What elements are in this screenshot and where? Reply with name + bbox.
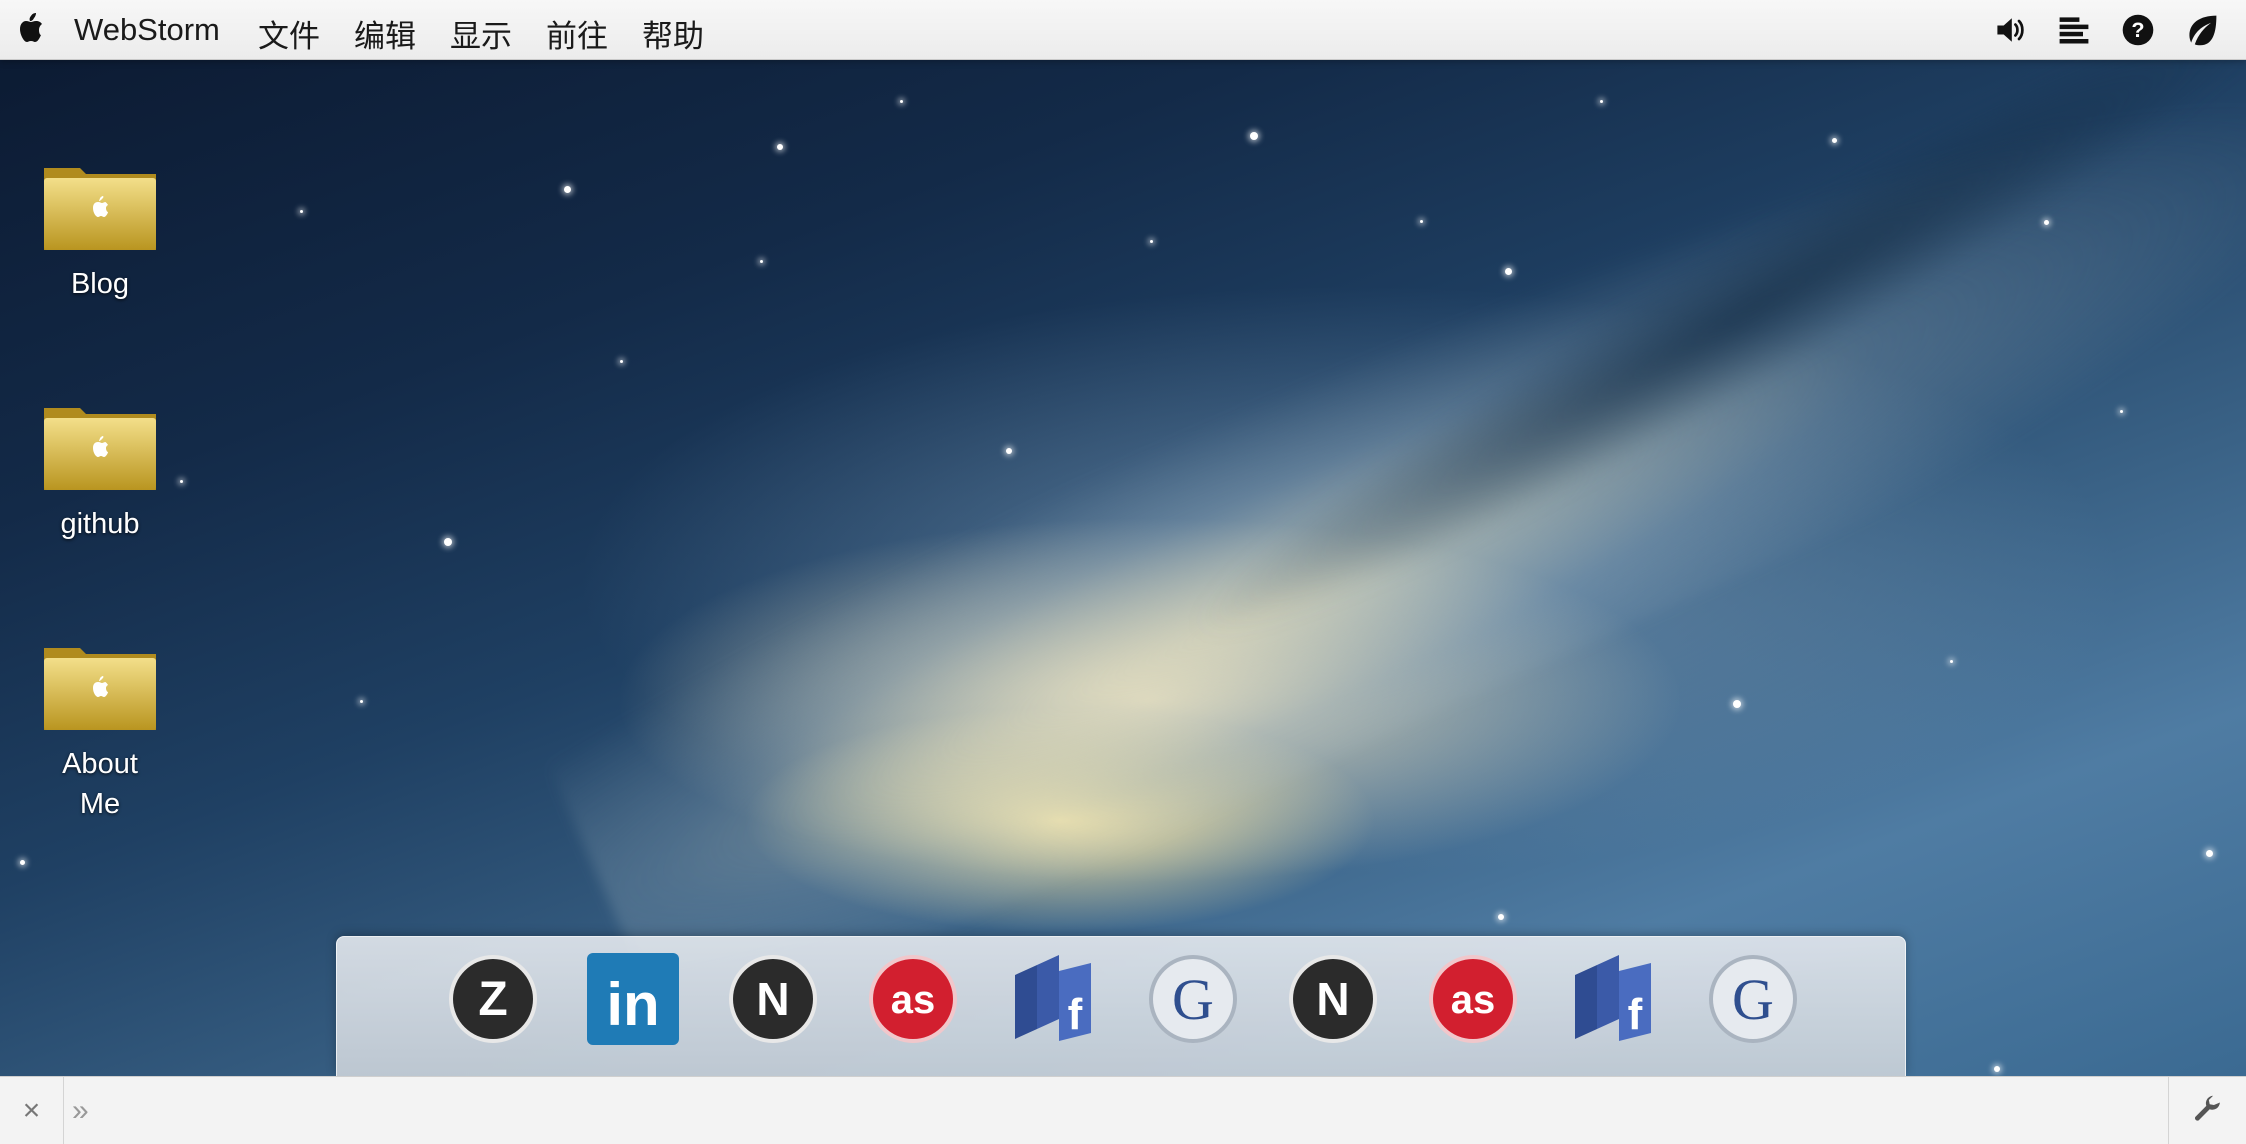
netvibes-icon: N (1289, 955, 1377, 1043)
star (2120, 410, 2123, 413)
console-bar: × » (0, 1076, 2246, 1144)
desktop-wallpaper: Blog github About Me Z in N as f G N as … (0, 60, 2246, 1076)
dock-item-facebook-2[interactable]: f (1565, 951, 1661, 1047)
star (1505, 268, 1512, 275)
dock-item-lastfm[interactable]: as (865, 951, 961, 1047)
svg-text:f: f (1068, 990, 1083, 1039)
dock-item-google-2[interactable]: G (1705, 951, 1801, 1047)
menu-help[interactable]: 帮助 (642, 11, 704, 56)
menu-bar: WebStorm 文件 编辑 显示 前往 帮助 ? (0, 0, 2246, 60)
menu-view[interactable]: 显示 (450, 11, 512, 56)
zerply-icon: Z (449, 955, 537, 1043)
star (2206, 850, 2213, 857)
help-icon[interactable]: ? (2118, 10, 2158, 50)
dock-item-lastfm-2[interactable]: as (1425, 951, 1521, 1047)
dock-item-facebook[interactable]: f (1005, 951, 1101, 1047)
star (564, 186, 571, 193)
star (760, 260, 763, 263)
star (900, 100, 903, 103)
menu-edit[interactable]: 编辑 (354, 11, 416, 56)
star (1498, 914, 1504, 920)
folder-icon (44, 168, 156, 250)
star (1420, 220, 1423, 223)
dock-item-google[interactable]: G (1145, 951, 1241, 1047)
lastfm-icon: as (1429, 955, 1517, 1043)
align-icon[interactable] (2054, 10, 2094, 50)
svg-text:G: G (1732, 967, 1774, 1032)
dock-item-zerply[interactable]: Z (445, 951, 541, 1047)
prompt-icon: » (72, 1094, 89, 1127)
facebook-icon: f (1015, 955, 1091, 1041)
console-input[interactable] (110, 1083, 2110, 1139)
svg-text:?: ? (2131, 17, 2144, 42)
svg-text:f: f (1628, 990, 1643, 1039)
svg-text:as: as (1451, 978, 1496, 1022)
svg-text:Z: Z (478, 973, 507, 1026)
svg-text:in: in (606, 971, 659, 1038)
google-icon: G (1149, 955, 1237, 1043)
lastfm-icon: as (869, 955, 957, 1043)
star (1600, 100, 1603, 103)
star (2044, 220, 2049, 225)
leaf-icon[interactable] (2182, 10, 2222, 50)
star (1733, 700, 1741, 708)
folder-label: github (60, 508, 140, 540)
star (20, 860, 25, 865)
menu-file[interactable]: 文件 (258, 11, 320, 56)
dock-items: Z in N as f G N as f G (445, 951, 1845, 1047)
star (620, 360, 623, 363)
folder-icon (44, 408, 156, 490)
close-icon[interactable]: × (0, 1077, 64, 1144)
google-icon: G (1709, 955, 1797, 1043)
star (1994, 1066, 2000, 1072)
star (1150, 240, 1153, 243)
dock: Z in N as f G N as f G (336, 936, 1906, 1076)
folder-blog[interactable]: Blog (28, 158, 172, 304)
volume-icon[interactable] (1990, 10, 2030, 50)
star (300, 210, 303, 213)
star (1250, 132, 1258, 140)
svg-text:as: as (891, 978, 936, 1022)
dock-item-netvibes[interactable]: N (725, 951, 821, 1047)
star (180, 480, 183, 483)
star (360, 700, 363, 703)
app-name[interactable]: WebStorm (74, 12, 220, 48)
folder-icon (44, 648, 156, 730)
star (1006, 448, 1012, 454)
menu-go[interactable]: 前往 (546, 11, 608, 56)
star (777, 144, 783, 150)
status-icons: ? (1990, 10, 2246, 50)
folder-github[interactable]: github (28, 398, 172, 544)
folder-label: About Me (62, 748, 138, 820)
folder-label: Blog (70, 268, 130, 300)
svg-text:N: N (756, 973, 789, 1025)
apple-icon[interactable] (16, 12, 44, 46)
dock-item-netvibes-2[interactable]: N (1285, 951, 1381, 1047)
netvibes-icon: N (729, 955, 817, 1043)
wrench-icon[interactable] (2168, 1077, 2246, 1144)
star (444, 538, 452, 546)
folder-about-me[interactable]: About Me (28, 638, 172, 824)
star (1950, 660, 1953, 663)
menu-items: 文件 编辑 显示 前往 帮助 (258, 11, 738, 56)
svg-text:N: N (1316, 973, 1349, 1025)
svg-text:G: G (1172, 967, 1214, 1032)
star (1832, 138, 1837, 143)
linkedin-icon: in (587, 953, 679, 1045)
facebook-icon: f (1575, 955, 1651, 1041)
dock-item-linkedin[interactable]: in (585, 951, 681, 1047)
